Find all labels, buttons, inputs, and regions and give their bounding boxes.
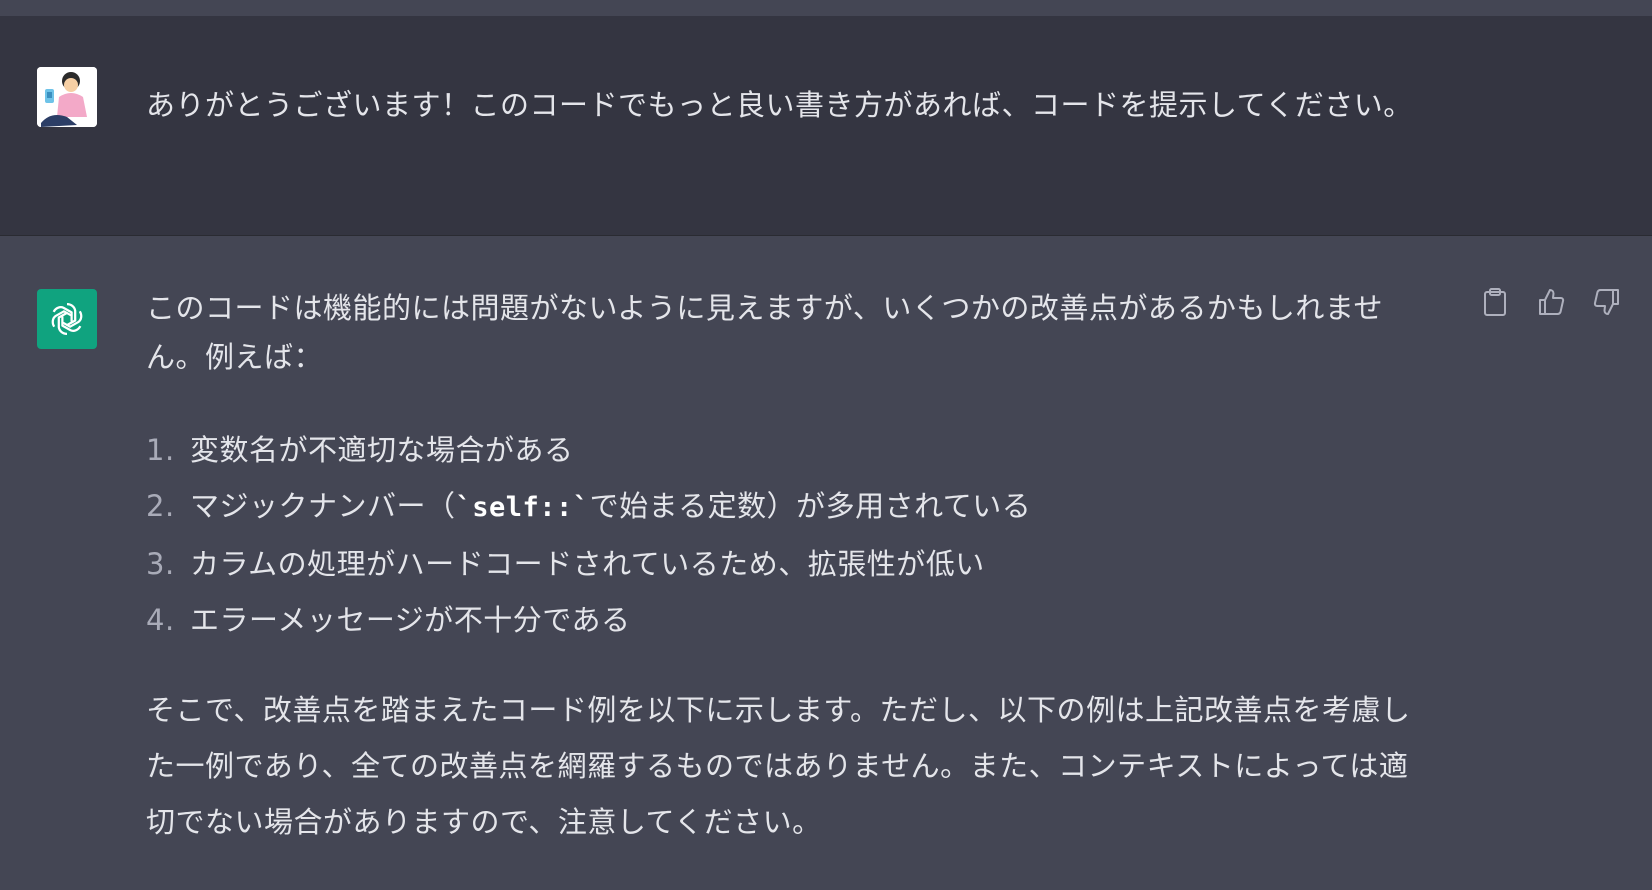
list-item: 2. マジックナンバー（`self::`で始まる定数）が多用されている (146, 478, 1426, 536)
list-number: 2. (146, 489, 175, 523)
improvement-list: 1. 変数名が不適切な場合がある 2. マジックナンバー（`self::`で始ま… (146, 422, 1426, 648)
user-message-row: ありがとうございます！このコードでもっと良い書き方があれば、コードを提示してくだ… (0, 16, 1652, 236)
list-number: 1. (146, 433, 175, 467)
assistant-message-row: このコードは機能的には問題がないように見えますが、いくつかの改善点があるかもしれ… (0, 236, 1652, 890)
list-item-text-before: マジックナンバー（ (190, 489, 456, 523)
list-item-text: エラーメッセージが不十分である (190, 603, 631, 637)
thumbs-up-button[interactable] (1534, 284, 1568, 320)
list-item: 4. エラーメッセージが不十分である (146, 592, 1426, 648)
list-number: 3. (146, 547, 175, 581)
assistant-outro-paragraph: そこで、改善点を踏まえたコード例を以下に示します。ただし、以下の例は上記改善点を… (146, 693, 1411, 839)
user-avatar (37, 67, 97, 127)
top-strip (0, 0, 1652, 16)
assistant-message-body: このコードは機能的には問題がないように見えますが、いくつかの改善点があるかもしれ… (146, 284, 1426, 850)
list-item-text: マジックナンバー（`self::`で始まる定数）が多用されている (190, 478, 1031, 536)
chatgpt-logo-icon (51, 303, 83, 335)
list-item-text: 変数名が不適切な場合がある (190, 433, 574, 467)
thumbs-down-icon (1593, 289, 1619, 315)
thumbs-down-button[interactable] (1590, 284, 1624, 320)
list-item: 3. カラムの処理がハードコードされているため、拡張性が低い (146, 536, 1426, 592)
clipboard-icon (1484, 288, 1506, 316)
thumbs-up-icon (1539, 289, 1565, 315)
assistant-avatar (37, 289, 97, 349)
inline-code: `self::` (455, 492, 590, 523)
user-avatar-illustration-icon (37, 67, 97, 127)
list-item: 1. 変数名が不適切な場合がある (146, 422, 1426, 478)
list-item-text: カラムの処理がハードコードされているため、拡張性が低い (190, 547, 985, 581)
list-number: 4. (146, 603, 175, 637)
list-item-text-after: で始まる定数）が多用されている (589, 489, 1032, 523)
assistant-intro-paragraph: このコードは機能的には問題がないように見えますが、いくつかの改善点があるかもしれ… (146, 291, 1383, 374)
copy-button[interactable] (1478, 284, 1512, 320)
message-actions (1478, 284, 1624, 320)
user-message-text: ありがとうございます！このコードでもっと良い書き方があれば、コードを提示してくだ… (146, 88, 1413, 122)
